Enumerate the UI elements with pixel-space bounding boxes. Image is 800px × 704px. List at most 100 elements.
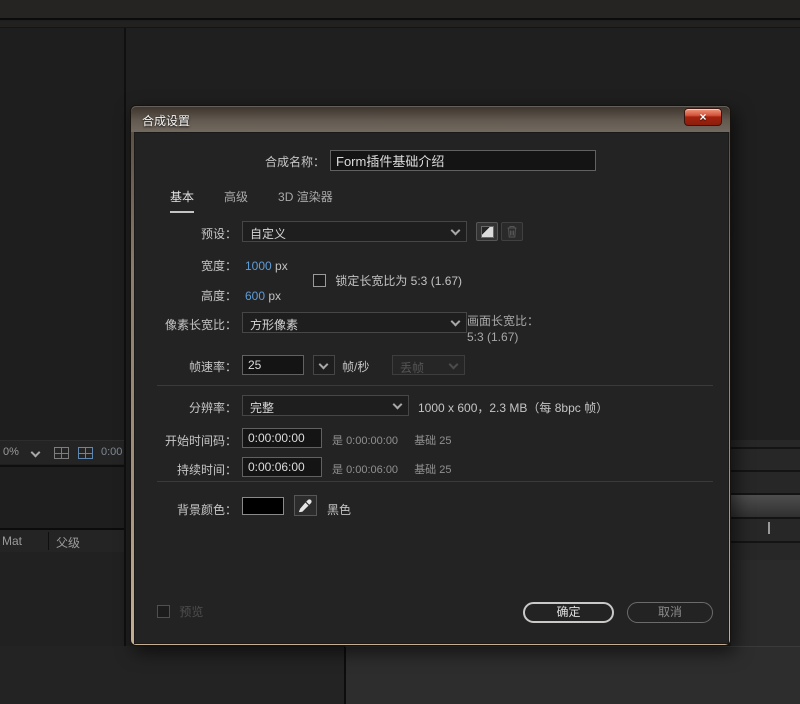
frame-aspect-block: 画面长宽比： 5:3 (1.67) (467, 313, 539, 345)
lock-aspect-label: 锁定长宽比为 5:3 (1.67) (335, 274, 463, 288)
chevron-down-icon (448, 359, 459, 370)
zoom-level-value[interactable]: 0% (3, 446, 19, 458)
duration-base: 基础 25 (414, 464, 452, 476)
timecode-display[interactable]: 0:00 (101, 446, 122, 458)
resolution-value: 完整 (250, 401, 275, 415)
save-preset-button[interactable] (476, 222, 498, 241)
pixel-aspect-row: 像素长宽比： (135, 316, 245, 333)
start-timecode-row: 开始时间码： (135, 432, 245, 449)
ok-button[interactable]: 确定 (523, 602, 614, 623)
frame-rate-row: 帧速率： (135, 358, 245, 375)
width-unit: px (275, 259, 288, 273)
panel-divider (0, 465, 124, 467)
eyedropper-icon (298, 499, 312, 513)
start-timecode-input[interactable] (242, 428, 322, 448)
section-divider (157, 481, 713, 482)
composition-panel-fragment: 0% 0:00 Mat 父级 (0, 28, 126, 646)
dialog-title: 合成设置 (142, 114, 191, 128)
height-label: 高度： (200, 289, 237, 303)
preview-label: 预览 (179, 605, 204, 619)
duration-actual: 0:00:06:00 (346, 464, 399, 476)
row-divider (731, 541, 800, 543)
height-unit: px (268, 289, 282, 303)
chevron-down-icon (450, 316, 461, 327)
eyedropper-button[interactable] (294, 495, 317, 516)
background-color-name: 黑色 (327, 503, 352, 517)
row-divider (731, 447, 800, 449)
settings-tabs: 基本 高级 3D 渲染器 (170, 188, 333, 213)
lock-aspect-checkbox[interactable] (313, 274, 326, 287)
close-button[interactable]: × (684, 108, 722, 126)
height-row: 高度： 600 px (135, 287, 281, 304)
save-preset-icon (481, 226, 494, 238)
chevron-down-icon (318, 359, 329, 370)
duration-row: 持续时间： (135, 461, 245, 478)
duration-input[interactable] (242, 457, 322, 477)
duration-label: 持续时间： (176, 463, 237, 477)
grid-icon[interactable] (54, 447, 69, 459)
drop-frame-dropdown[interactable]: 丢帧 (392, 355, 465, 375)
frame-rate-unit: 帧/秒 (342, 360, 370, 374)
timeline-lower-right-panel (344, 646, 800, 704)
row-divider (731, 517, 800, 519)
playhead-tick (768, 522, 770, 534)
resolution-dropdown[interactable]: 完整 (242, 395, 409, 416)
grid-blue-icon[interactable] (78, 447, 93, 459)
section-divider (157, 385, 713, 386)
trash-icon (507, 226, 517, 238)
width-row: 宽度： 1000 px (135, 257, 288, 274)
preset-dropdown[interactable]: 自定义 (242, 221, 467, 242)
dialog-content: 合成名称： 基本 高级 3D 渲染器 预设： 自定义 宽度： 1000 px (134, 132, 729, 644)
height-value[interactable]: 600 (245, 289, 265, 303)
drop-frame-value: 丢帧 (400, 361, 425, 375)
preview-row: 预览 (157, 603, 203, 620)
app-top-bar (0, 0, 800, 20)
tab-3d-renderer[interactable]: 3D 渲染器 (278, 188, 333, 213)
timeline-panel-fragment (731, 560, 800, 646)
start-timecode-is: 是 (332, 435, 343, 447)
resolution-row: 分辨率： (135, 399, 245, 416)
chevron-down-icon[interactable] (30, 447, 41, 458)
start-timecode-label: 开始时间码： (164, 434, 237, 448)
duration-info: 是 0:00:06:00 基础 25 (332, 461, 451, 477)
frame-rate-dropdown-button[interactable] (313, 355, 335, 375)
frame-aspect-value: 5:3 (1.67) (467, 330, 519, 344)
preset-label: 预设： (200, 227, 237, 241)
background-color-swatch[interactable] (242, 497, 284, 515)
preset-row: 预设： (135, 225, 245, 242)
composition-name-input[interactable] (330, 150, 596, 171)
preview-checkbox[interactable] (157, 605, 170, 618)
composition-settings-dialog: 合成设置 × 合成名称： 基本 高级 3D 渲染器 预设： 自定义 (130, 105, 731, 646)
cancel-button[interactable]: 取消 (627, 602, 713, 623)
start-timecode-info: 是 0:00:00:00 基础 25 (332, 432, 451, 448)
tab-advanced[interactable]: 高级 (224, 188, 248, 213)
tab-basic[interactable]: 基本 (170, 188, 195, 213)
chevron-down-icon (450, 225, 461, 236)
lock-aspect-row: 锁定长宽比为 5:3 (1.67) (313, 272, 462, 289)
comp-panel-toolbar: 0% 0:00 (0, 440, 124, 464)
delete-preset-button[interactable] (501, 222, 523, 241)
frame-rate-input[interactable] (242, 355, 304, 375)
preset-value: 自定义 (250, 227, 287, 241)
duration-is: 是 (332, 464, 343, 476)
frame-rate-label: 帧速率： (188, 360, 237, 374)
pixel-aspect-value: 方形像素 (250, 318, 299, 332)
start-timecode-base: 基础 25 (414, 435, 452, 447)
pixel-aspect-dropdown[interactable]: 方形像素 (242, 312, 467, 333)
dialog-titlebar[interactable]: 合成设置 × (131, 106, 730, 132)
trkmat-column-label: Mat (2, 534, 23, 548)
parent-column-label: 父级 (56, 536, 81, 550)
resolution-label: 分辨率： (188, 401, 237, 415)
resolution-info: 1000 x 600，2.3 MB（每 8bpc 帧） (418, 401, 609, 415)
composition-name-row: 合成名称： (135, 153, 333, 170)
frame-aspect-label: 画面长宽比： (467, 314, 540, 328)
timeline-lower-left-panel (0, 646, 344, 704)
composition-name-label: 合成名称： (264, 155, 325, 169)
background-color-row: 背景颜色： (135, 501, 245, 518)
start-timecode-actual: 0:00:00:00 (346, 435, 399, 447)
row-divider (731, 470, 800, 472)
background-color-label: 背景颜色： (176, 503, 237, 517)
timeline-panel-fragment (0, 552, 124, 646)
width-value[interactable]: 1000 (245, 259, 272, 273)
width-label: 宽度： (200, 259, 237, 273)
